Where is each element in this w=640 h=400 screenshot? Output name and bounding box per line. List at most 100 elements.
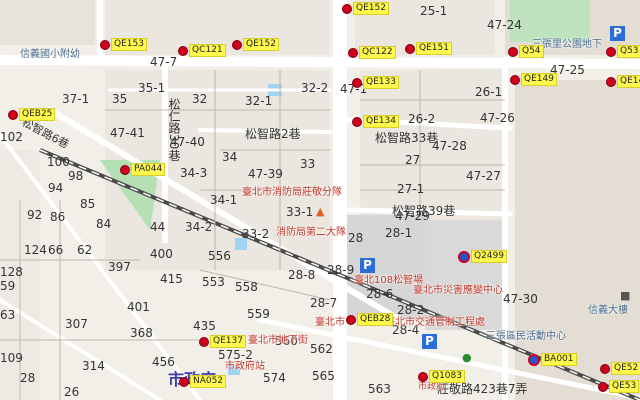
stop-code-label: QE153 [111, 38, 147, 51]
address-number: 92 [27, 208, 43, 222]
bus-stop-marker[interactable]: QE153 [100, 38, 147, 51]
stop-code-label: QE152 [243, 38, 279, 51]
address-number: 35-1 [138, 81, 166, 95]
parking-icon-3[interactable]: P [422, 334, 437, 349]
address-number: 28-2 [397, 303, 425, 317]
poi-fire-second-team[interactable]: 消防局第二大隊 [276, 228, 346, 238]
address-number: 397 [108, 260, 131, 274]
poi-xinyi-building[interactable]: 信義大樓 [588, 306, 628, 316]
address-number: 32 [192, 92, 208, 106]
poi-elementary-kindergarten[interactable]: 信義國小附幼 [20, 50, 80, 60]
fire-station-icon: ▲ [316, 205, 325, 218]
bus-stop-marker[interactable]: QE151 [405, 42, 452, 55]
poi-city-gov-station[interactable]: 市政府站 [225, 362, 265, 372]
parking-icon-2[interactable]: P [360, 258, 375, 273]
address-number: 27-1 [397, 182, 425, 196]
address-number: 109 [0, 351, 23, 365]
address-number: 47-26 [480, 111, 515, 125]
bus-stop-marker[interactable]: Q53 [606, 45, 640, 58]
address-number: 28-9 [327, 263, 355, 277]
address-number: 32-2 [301, 81, 329, 95]
address-number: 401 [127, 300, 150, 314]
address-number: 34-2 [185, 220, 213, 234]
address-number: 563 [368, 382, 391, 396]
stop-dot-icon [232, 39, 242, 50]
address-number: 28-8 [288, 268, 316, 282]
address-number: 47-41 [110, 126, 145, 140]
address-number: 94 [48, 181, 64, 195]
lane-label-2: 松智路33巷 [375, 131, 439, 145]
map-canvas[interactable]: 25-1 47-24 47-7 37-1 35 35-1 32 32-1 32-2 47-1 26-… [0, 0, 640, 400]
address-number: 47-7 [150, 55, 178, 69]
stop-dot-icon [348, 47, 358, 58]
address-number: 47-24 [487, 18, 522, 32]
stop-code-label: NA052 [190, 375, 227, 388]
poi-transport-center[interactable]: 臺北市交通管制工程處 [385, 318, 485, 328]
stop-code-label: Q2499 [471, 250, 507, 263]
address-number: 558 [235, 280, 258, 294]
bus-stop-marker[interactable]: QE149 [510, 73, 557, 86]
address-number: 128 [0, 265, 23, 279]
address-number: 98 [68, 169, 84, 183]
address-number: 565 [312, 369, 335, 383]
bus-stop-marker[interactable]: QE52 [600, 362, 640, 375]
address-number: 34 [222, 150, 238, 164]
poi-activity-center[interactable]: 三張區民活動中心 [486, 332, 566, 342]
address-number: 368 [130, 326, 153, 340]
bus-stop-marker[interactable]: QC121 [178, 44, 226, 57]
bus-stop-marker[interactable]: PA044 [120, 163, 166, 176]
stop-code-label: BA001 [541, 353, 577, 366]
stop-dot-icon [352, 116, 362, 127]
bus-stop-marker[interactable]: Q1083 [418, 370, 465, 383]
bus-stop-marker[interactable]: QE134 [352, 115, 399, 128]
stop-dot-icon [458, 250, 470, 263]
address-number: 415 [160, 272, 183, 286]
stop-code-label: QE151 [416, 42, 452, 55]
address-number: 400 [150, 247, 173, 261]
address-number: 59 [0, 279, 16, 293]
bus-stop-marker[interactable]: Q2499 [458, 250, 507, 263]
address-number: 32-1 [245, 94, 273, 108]
parking-icon-1[interactable]: P [610, 26, 625, 41]
bus-stop-marker[interactable]: QEB25 [8, 108, 56, 121]
poi-disaster-center[interactable]: 臺北市災害應變中心 [413, 286, 503, 296]
lane-label-6: 松仁路30巷 [167, 98, 181, 162]
address-number: 44 [150, 220, 166, 234]
address-number: 26 [64, 385, 80, 399]
address-number: 28 [20, 371, 36, 385]
poi-underground-mall[interactable]: 臺北市地下街 [248, 336, 308, 346]
bus-stop-marker[interactable]: QE152 [342, 2, 389, 15]
bus-stop-marker[interactable]: BA001 [528, 353, 577, 366]
bus-stop-marker[interactable]: QEB28 [346, 313, 394, 326]
bus-stop-marker[interactable]: QE148 [606, 75, 640, 88]
bus-stop-marker[interactable]: Q54 [508, 45, 544, 58]
poi-city-gov[interactable]: 市政府 [418, 383, 445, 392]
stop-code-label: QEB25 [19, 108, 56, 121]
stop-code-label: Q54 [519, 45, 544, 58]
bus-stop-marker[interactable]: QE137 [199, 335, 246, 348]
stop-dot-icon [8, 109, 18, 120]
stop-dot-icon [120, 164, 130, 175]
stop-dot-icon [352, 77, 362, 88]
address-number: 85 [80, 197, 96, 211]
bus-stop-marker[interactable]: QE152 [232, 38, 279, 51]
stop-code-label: QE133 [363, 76, 399, 89]
bus-stop-marker[interactable]: QC122 [348, 46, 396, 59]
stop-code-label: QE137 [210, 335, 246, 348]
address-number: 25-1 [420, 4, 448, 18]
stop-code-label: Q53 [617, 45, 640, 58]
bus-stop-marker[interactable]: QE53 [598, 380, 640, 393]
poi-fire-brigade[interactable]: 臺北市消防局莊敬分隊 [242, 188, 342, 198]
stop-code-label: QE53 [609, 380, 640, 393]
address-number: 562 [310, 342, 333, 356]
address-number: 35 [112, 92, 128, 106]
bus-stop-marker[interactable]: NA052 [179, 375, 227, 388]
stop-dot-icon [199, 336, 209, 347]
address-number: 33 [300, 157, 316, 171]
bus-stop-marker[interactable]: QE133 [352, 76, 399, 89]
address-number: 66 [48, 243, 64, 257]
address-number: 559 [247, 307, 270, 321]
stop-code-label: PA044 [131, 163, 166, 176]
poi-city-hall[interactable]: 臺北市 [315, 318, 345, 328]
address-number: 33-1 [286, 205, 314, 219]
